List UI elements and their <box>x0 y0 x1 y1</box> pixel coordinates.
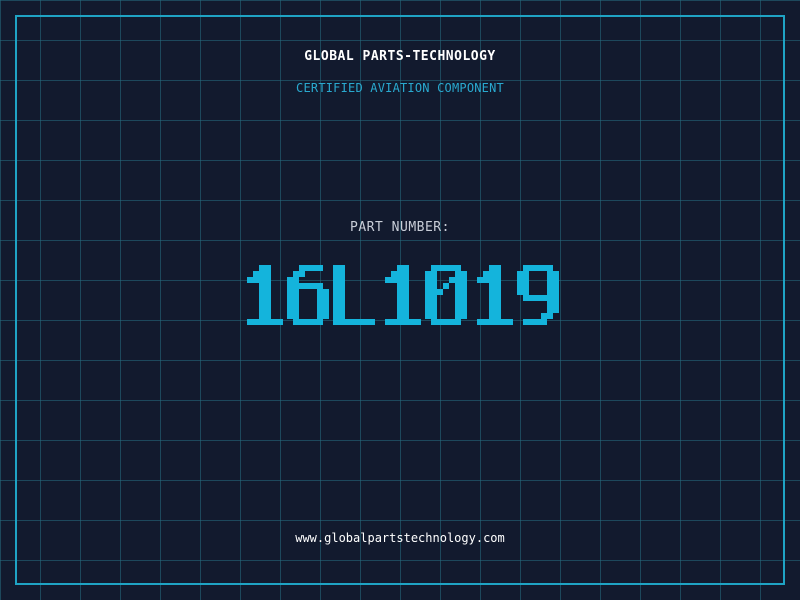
part-number-char-5 <box>477 265 513 325</box>
label-card: GLOBAL PARTS-TECHNOLOGY CERTIFIED AVIATI… <box>0 0 800 600</box>
part-number-char-3 <box>385 265 421 325</box>
part-number-char-0 <box>247 265 283 325</box>
part-number-char-6 <box>517 265 559 325</box>
part-number-char-4 <box>425 265 467 325</box>
part-number-char-2 <box>333 265 375 325</box>
certification-subtitle: CERTIFIED AVIATION COMPONENT <box>296 81 504 95</box>
part-number-char-1 <box>287 265 329 325</box>
brand-title: GLOBAL PARTS-TECHNOLOGY <box>304 49 496 64</box>
part-number-pixel-text <box>247 265 559 325</box>
website-link[interactable]: www.globalpartstechnology.com <box>0 531 800 545</box>
part-number-label: PART NUMBER: <box>350 220 450 235</box>
part-number-value <box>0 260 800 340</box>
